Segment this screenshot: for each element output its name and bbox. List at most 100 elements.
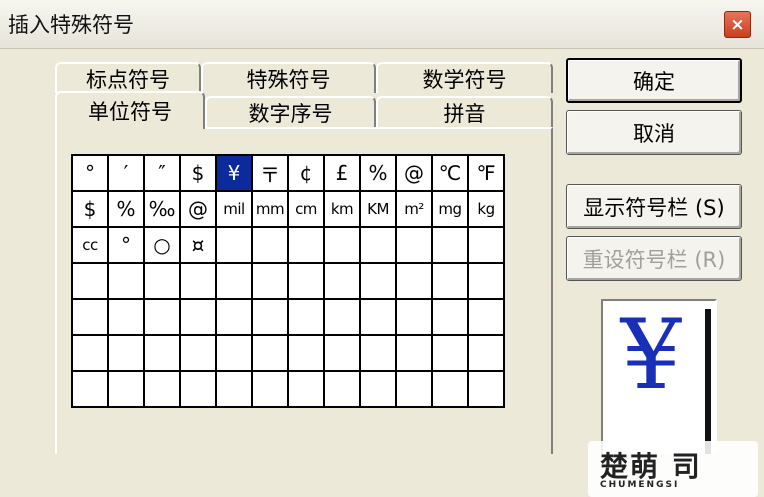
symbol-cell[interactable] [433,372,469,408]
symbol-cell[interactable] [217,264,253,300]
cancel-button[interactable]: 取消 [566,110,742,155]
symbol-cell[interactable] [289,372,325,408]
symbol-cell[interactable]: $ [73,192,109,228]
symbol-cell[interactable] [397,300,433,336]
symbol-cell[interactable] [469,228,505,264]
symbol-cell[interactable]: kg [469,192,505,228]
symbol-cell[interactable] [397,336,433,372]
symbol-cell[interactable] [217,300,253,336]
tab-units[interactable]: 单位符号 [55,91,205,129]
window-title: 插入特殊符号 [8,13,134,37]
symbol-cell[interactable]: ℉ [469,156,505,192]
watermark: 楚萌 司 CHUMENGSI [588,441,758,497]
symbol-cell[interactable]: mm [253,192,289,228]
symbol-cell[interactable] [325,228,361,264]
tab-number-sequence[interactable]: 数字序号 [205,96,376,127]
preview-cursor [705,309,711,454]
symbol-cell[interactable] [181,264,217,300]
symbol-cell[interactable]: @ [181,192,217,228]
symbol-cell[interactable] [73,264,109,300]
symbol-cell[interactable] [469,336,505,372]
symbol-cell[interactable] [109,336,145,372]
symbol-cell[interactable] [181,336,217,372]
symbol-cell[interactable] [253,264,289,300]
symbol-cell[interactable] [469,300,505,336]
symbol-cell[interactable] [145,300,181,336]
symbol-cell[interactable] [289,300,325,336]
symbol-cell[interactable] [289,228,325,264]
symbol-cell[interactable] [253,336,289,372]
symbol-cell[interactable] [361,336,397,372]
symbol-cell[interactable]: % [109,192,145,228]
symbol-cell[interactable] [397,228,433,264]
symbol-cell[interactable] [181,372,217,408]
symbol-cell[interactable] [253,228,289,264]
symbol-cell[interactable] [109,264,145,300]
symbol-cell[interactable]: ″ [145,156,181,192]
symbol-cell[interactable] [73,372,109,408]
symbol-cell[interactable] [289,264,325,300]
tab-punctuation[interactable]: 标点符号 [55,62,201,93]
symbol-cell[interactable] [73,336,109,372]
symbol-cell[interactable]: ′ [109,156,145,192]
symbol-cell[interactable] [217,336,253,372]
symbol-cell-selected[interactable]: ¥ [217,156,253,192]
symbol-cell[interactable] [397,372,433,408]
symbol-cell[interactable] [217,372,253,408]
symbol-cell[interactable]: 〒 [253,156,289,192]
symbol-cell[interactable]: m² [397,192,433,228]
symbol-cell[interactable]: $ [181,156,217,192]
symbol-cell[interactable]: ¢ [289,156,325,192]
symbol-cell[interactable]: ° [109,228,145,264]
symbol-cell[interactable] [145,336,181,372]
symbol-cell[interactable]: cc [73,228,109,264]
symbol-cell[interactable] [181,300,217,336]
symbol-cell[interactable] [433,336,469,372]
symbol-cell[interactable] [73,300,109,336]
ok-button[interactable]: 确定 [566,58,742,103]
symbol-cell[interactable]: ‰ [145,192,181,228]
symbol-cell[interactable]: ¤ [181,228,217,264]
symbol-cell[interactable] [469,264,505,300]
symbol-cell[interactable] [289,336,325,372]
show-toolbar-button[interactable]: 显示符号栏 (S) [566,184,742,229]
symbol-cell[interactable] [217,228,253,264]
symbol-cell[interactable] [433,264,469,300]
reset-toolbar-button: 重设符号栏 (R) [566,236,742,281]
symbol-cell[interactable] [253,300,289,336]
symbol-cell[interactable] [325,336,361,372]
symbol-cell[interactable]: km [325,192,361,228]
symbol-cell[interactable] [325,300,361,336]
symbol-cell[interactable]: cm [289,192,325,228]
symbol-cell[interactable]: KM [361,192,397,228]
symbol-cell[interactable] [433,300,469,336]
symbol-preview: ¥ [601,299,717,454]
tab-special[interactable]: 特殊符号 [201,62,376,93]
symbol-cell[interactable] [361,372,397,408]
symbol-cell[interactable]: ° [73,156,109,192]
symbol-cell[interactable] [397,264,433,300]
symbol-cell[interactable]: ℃ [433,156,469,192]
symbol-cell[interactable] [109,372,145,408]
close-button[interactable]: × [724,11,751,38]
symbol-cell[interactable] [433,228,469,264]
symbol-cell[interactable] [361,264,397,300]
symbol-cell[interactable]: @ [397,156,433,192]
symbol-cell[interactable] [361,300,397,336]
symbol-cell[interactable] [145,372,181,408]
symbol-cell[interactable]: £ [325,156,361,192]
symbol-cell[interactable] [253,372,289,408]
symbol-grid: ° ′ ″ $ ¥ 〒 ¢ £% @ ℃ ℉ $% ‰ @ mil mm cm km KM m² mg kg cc ° ○ ¤ [71,154,505,408]
symbol-cell[interactable] [325,372,361,408]
tab-math[interactable]: 数学符号 [376,62,553,93]
symbol-cell[interactable]: ○ [145,228,181,264]
symbol-cell[interactable]: mil [217,192,253,228]
symbol-cell[interactable] [361,228,397,264]
symbol-cell[interactable] [469,372,505,408]
symbol-cell[interactable]: % [361,156,397,192]
symbol-cell[interactable] [325,264,361,300]
symbol-cell[interactable] [109,300,145,336]
tab-pinyin[interactable]: 拼音 [376,96,553,127]
symbol-cell[interactable]: mg [433,192,469,228]
symbol-cell[interactable] [145,264,181,300]
